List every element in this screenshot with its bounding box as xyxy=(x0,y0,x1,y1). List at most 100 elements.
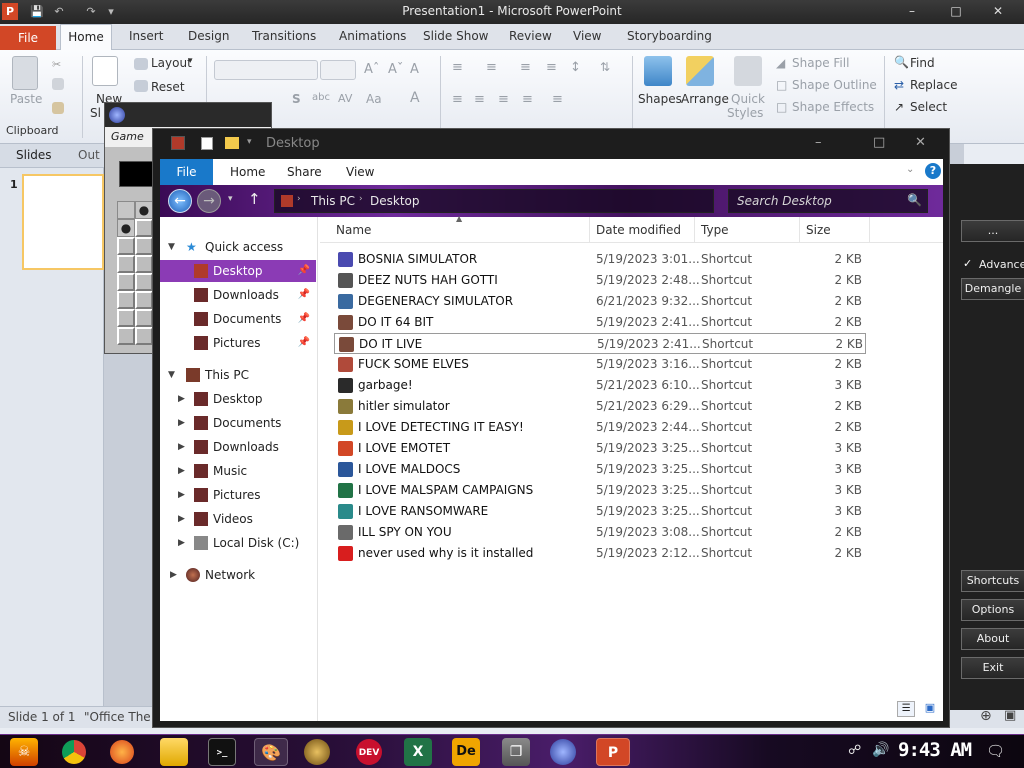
fit-slide-icon[interactable]: ▣ xyxy=(1004,708,1016,723)
select-button[interactable]: Select xyxy=(910,100,947,114)
font-size-select[interactable] xyxy=(320,60,356,80)
shrink-font-icon[interactable]: Aˇ xyxy=(388,62,403,77)
column-size[interactable]: Size xyxy=(800,217,870,243)
mine-cell[interactable] xyxy=(117,201,135,219)
command-prompt-icon[interactable]: >_ xyxy=(208,738,236,766)
ppt-file-tab[interactable]: File xyxy=(0,26,56,50)
mine-cell[interactable] xyxy=(117,309,135,327)
mine-cell[interactable]: ● xyxy=(135,201,153,219)
nav-pc-downloads[interactable]: ▶ Downloads xyxy=(160,436,316,458)
advanced-checkbox-icon[interactable]: ✓ xyxy=(963,257,972,270)
firefox-icon[interactable] xyxy=(110,740,134,764)
find-button[interactable]: Find xyxy=(910,56,935,70)
file-explorer-taskbar-icon[interactable] xyxy=(160,738,188,766)
powerpoint-taskbar-icon[interactable]: P xyxy=(596,738,630,766)
column-type[interactable]: Type xyxy=(695,217,800,243)
nav-pc-desktop[interactable]: ▶ Desktop xyxy=(160,388,316,410)
search-box[interactable]: Search Desktop 🔍 xyxy=(728,189,928,213)
shape-fill-button[interactable]: Shape Fill xyxy=(792,56,849,70)
nav-qa-pictures[interactable]: Pictures 📌 xyxy=(160,332,316,354)
explorer-close-button[interactable]: ✕ xyxy=(915,135,926,150)
file-row[interactable]: ILL SPY ON YOU 5/19/2023 3:08... Shortcut 2… xyxy=(334,522,866,543)
ribbon-expand-icon[interactable]: ⌄ xyxy=(906,164,914,175)
char-spacing-icon[interactable]: AV xyxy=(338,92,352,105)
explorer-tab-view[interactable]: View xyxy=(346,165,374,179)
bullets-icon[interactable]: ≡ xyxy=(452,60,463,75)
explorer-maximize-button[interactable]: □ xyxy=(873,135,885,150)
options-button[interactable]: Options xyxy=(961,599,1024,621)
ppt-maximize-button[interactable]: □ xyxy=(942,2,970,20)
format-painter-icon[interactable] xyxy=(52,102,64,114)
exit-button[interactable]: Exit xyxy=(961,657,1024,679)
explorer-tab-share[interactable]: Share xyxy=(287,165,322,179)
nav-pc-local-disk[interactable]: ▶ Local Disk (C:) xyxy=(160,532,316,554)
breadcrumb-this-pc[interactable]: This PC xyxy=(311,194,355,208)
minesweeper-taskbar-icon[interactable] xyxy=(550,739,576,765)
shape-outline-button[interactable]: Shape Outline xyxy=(792,78,877,92)
explorer-minimize-button[interactable]: – xyxy=(815,135,822,150)
start-button-icon[interactable]: ☠ xyxy=(10,738,38,766)
arrange-button[interactable]: Arrange xyxy=(681,92,729,106)
nav-this-pc[interactable]: ▼ This PC xyxy=(160,364,316,386)
mine-cell[interactable] xyxy=(135,327,153,345)
ppt-close-button[interactable]: ✕ xyxy=(984,2,1012,20)
mine-cell[interactable]: ● xyxy=(117,219,135,237)
explorer-tab-home[interactable]: Home xyxy=(230,165,265,179)
numbering-icon[interactable]: ≡ xyxy=(486,60,497,75)
nav-pc-videos[interactable]: ▶ Videos xyxy=(160,508,316,530)
shapes-icon[interactable] xyxy=(644,56,672,86)
paint-icon[interactable]: 🎨 xyxy=(254,738,288,766)
font-name-select[interactable] xyxy=(214,60,318,80)
mine-cell[interactable] xyxy=(135,291,153,309)
file-row[interactable]: I LOVE RANSOMWARE 5/19/2023 3:25... Shortc… xyxy=(334,501,866,522)
tab-design[interactable]: Design xyxy=(188,29,229,43)
clear-format-icon[interactable]: A xyxy=(410,62,419,77)
taskbar-clock[interactable]: 9:43 AM xyxy=(898,739,972,761)
game-menu[interactable]: Game xyxy=(111,130,144,143)
about-button[interactable]: About xyxy=(961,628,1024,650)
mine-cell[interactable] xyxy=(135,237,153,255)
column-date-modified[interactable]: Date modified xyxy=(590,217,695,243)
pin-icon[interactable]: 📌 xyxy=(298,332,310,354)
increase-indent-icon[interactable]: ≡ xyxy=(546,60,557,75)
file-row[interactable]: never used why is it installed 5/19/2023 … xyxy=(334,543,866,564)
grow-font-icon[interactable]: Aˆ xyxy=(364,62,379,77)
large-icons-view-icon[interactable]: ▣ xyxy=(921,701,939,717)
network-tray-icon[interactable]: ☍ xyxy=(848,743,861,758)
pin-icon[interactable]: 📌 xyxy=(298,308,310,330)
ppt-minimize-button[interactable]: – xyxy=(898,2,926,20)
qat-dropdown-icon[interactable]: ▾ xyxy=(247,137,252,147)
mine-cell[interactable] xyxy=(117,255,135,273)
decrease-indent-icon[interactable]: ≡ xyxy=(520,60,531,75)
columns-icon[interactable]: ≡ xyxy=(552,92,563,107)
text-direction-icon[interactable]: ⇅ xyxy=(600,60,610,74)
copy-icon[interactable] xyxy=(52,78,64,90)
task-view-icon[interactable]: ❐ xyxy=(502,738,530,766)
details-view-icon[interactable]: ☰ xyxy=(897,701,916,717)
replace-button[interactable]: Replace xyxy=(910,78,957,92)
file-row[interactable]: DO IT 64 BIT 5/19/2023 2:41... Shortcut 2 K… xyxy=(334,312,866,333)
help-icon[interactable]: ? xyxy=(925,163,941,179)
cut-icon[interactable]: ✂ xyxy=(52,58,64,71)
pin-icon[interactable]: 📌 xyxy=(298,260,310,282)
quick-styles-button[interactable]: Quick xyxy=(731,92,765,106)
align-left-icon[interactable]: ≡ xyxy=(452,92,463,107)
file-row[interactable]: I LOVE EMOTET 5/19/2023 3:25... Shortcut 3 … xyxy=(334,438,866,459)
arrange-icon[interactable] xyxy=(686,56,714,86)
layout-button[interactable]: Layout xyxy=(151,56,192,70)
reset-button[interactable]: Reset xyxy=(151,80,185,94)
chrome-icon[interactable] xyxy=(62,740,86,764)
shadow-icon[interactable]: S xyxy=(292,92,301,106)
file-row[interactable]: I LOVE MALDOCS 5/19/2023 3:25... Shortcut 3… xyxy=(334,459,866,480)
file-row[interactable]: I LOVE MALSPAM CAMPAIGNS 5/19/2023 3:25..… xyxy=(334,480,866,501)
file-row[interactable]: DEEZ NUTS HAH GOTTI 5/19/2023 2:48... Shor… xyxy=(334,270,866,291)
file-row[interactable]: FUCK SOME ELVES 5/19/2023 3:16... Shortcut… xyxy=(334,354,866,375)
mine-cell[interactable] xyxy=(117,327,135,345)
shapes-button[interactable]: Shapes xyxy=(638,92,682,106)
nav-qa-desktop[interactable]: Desktop 📌 xyxy=(160,260,316,282)
nav-qa-documents[interactable]: Documents 📌 xyxy=(160,308,316,330)
explorer-file-tab[interactable]: File xyxy=(160,159,213,185)
volume-icon[interactable]: 🔊 xyxy=(872,742,889,758)
up-arrow-icon[interactable]: ↑ xyxy=(248,190,261,208)
justify-icon[interactable]: ≡ xyxy=(522,92,533,107)
